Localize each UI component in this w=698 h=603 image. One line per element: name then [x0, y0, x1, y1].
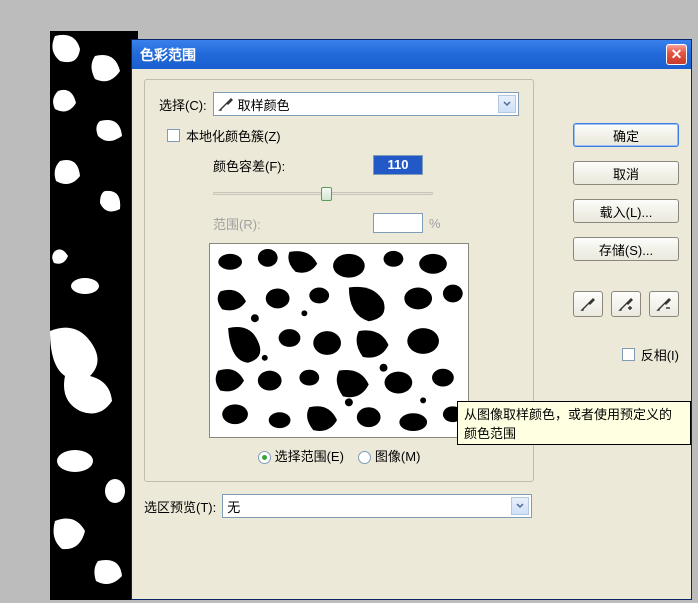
select-label: 选择(C): [159, 95, 207, 114]
tooltip: 从图像取样颜色，或者使用预定义的颜色范围 [457, 401, 691, 445]
range-input [373, 213, 423, 233]
cancel-button[interactable]: 取消 [573, 161, 679, 185]
localize-label: 本地化颜色簇(Z) [186, 126, 281, 145]
select-dropdown[interactable]: 取样颜色 [213, 92, 519, 116]
canvas-underlay [50, 31, 138, 600]
localize-checkbox[interactable] [167, 129, 180, 142]
radio-selection[interactable]: 选择范围(E) [258, 446, 344, 465]
close-button[interactable]: ✕ [666, 44, 687, 65]
select-value: 取样颜色 [238, 95, 290, 114]
dialog-title: 色彩范围 [140, 45, 196, 65]
radio-icon [258, 451, 271, 464]
preview-dropdown[interactable]: 无 [222, 494, 532, 518]
load-button[interactable]: 载入(L)... [573, 199, 679, 223]
fuzziness-slider[interactable] [213, 185, 433, 203]
eyedropper-minus-icon [656, 296, 672, 312]
preview-label: 选区预览(T): [144, 497, 216, 516]
preview-value: 无 [227, 497, 240, 516]
eyedropper-add-button[interactable] [611, 291, 641, 317]
chevron-down-icon [498, 95, 516, 113]
fuzziness-input[interactable]: 110 [373, 155, 423, 175]
ok-button[interactable]: 确定 [573, 123, 679, 147]
eyedropper-button[interactable] [573, 291, 603, 317]
chevron-down-icon [511, 497, 529, 515]
eyedropper-plus-icon [618, 296, 634, 312]
range-unit: % [429, 216, 441, 231]
titlebar[interactable]: 色彩范围 ✕ [132, 40, 691, 69]
fuzziness-label: 颜色容差(F): [213, 156, 333, 175]
invert-checkbox[interactable] [622, 348, 635, 361]
eyedropper-icon [218, 96, 234, 112]
color-range-dialog: 色彩范围 ✕ 选择(C): 取样颜色 本地化颜色簇(Z) 颜色容差(F): 11… [131, 39, 692, 600]
eyedropper-icon [580, 296, 596, 312]
radio-icon [358, 451, 371, 464]
radio-image[interactable]: 图像(M) [358, 446, 421, 465]
close-icon: ✕ [671, 46, 683, 63]
eyedropper-subtract-button[interactable] [649, 291, 679, 317]
save-button[interactable]: 存储(S)... [573, 237, 679, 261]
slider-thumb[interactable] [321, 187, 332, 201]
preview-area [209, 243, 469, 438]
invert-label: 反相(I) [641, 345, 679, 364]
range-label: 范围(R): [213, 214, 333, 233]
